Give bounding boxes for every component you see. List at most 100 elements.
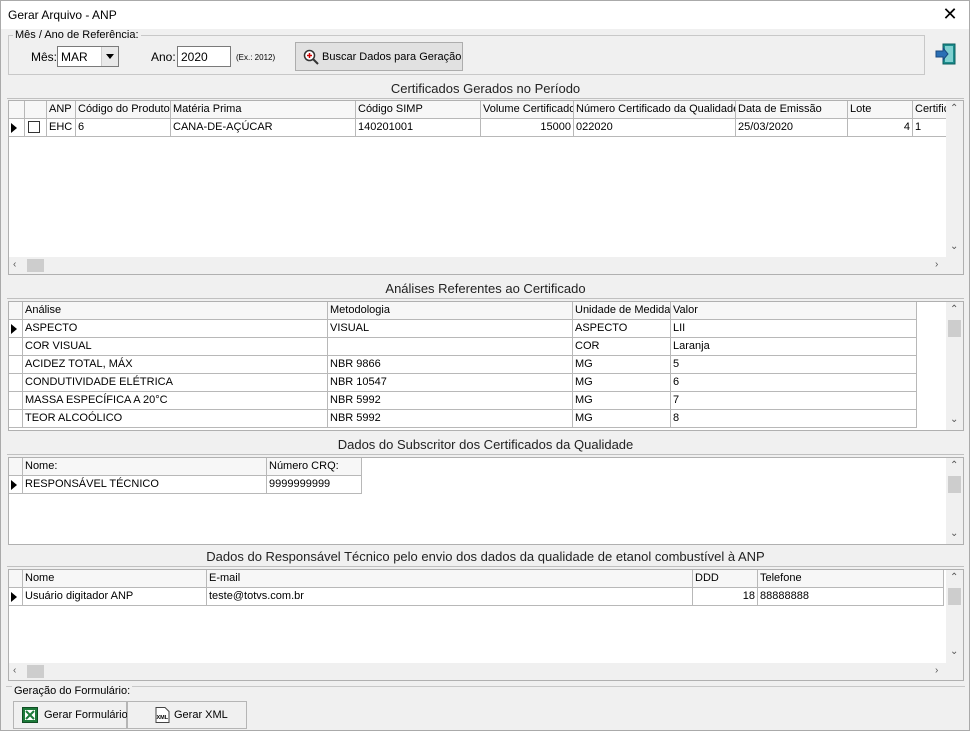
search-data-button[interactable]: Buscar Dados para Geração: [295, 42, 463, 71]
scroll-left-icon[interactable]: ‹: [13, 259, 16, 270]
analises-grid[interactable]: Análise Metodologia Unidade de Medida Va…: [8, 301, 964, 431]
scroll-right-icon[interactable]: ›: [935, 665, 938, 676]
analises-vscroll[interactable]: ⌃ ⌄: [946, 302, 963, 430]
certificados-vscroll[interactable]: ⌃ ⌄: [946, 101, 963, 257]
cell-analise[interactable]: TEOR ALCOÓLICO: [23, 410, 328, 428]
cell-codigo-simp[interactable]: 140201001: [356, 119, 481, 137]
col-numero-certificado[interactable]: Número Certificado da Qualidade: [574, 101, 736, 119]
col-numero-crq[interactable]: Número CRQ:: [267, 458, 362, 476]
cell-valor[interactable]: 5: [671, 356, 917, 374]
cell-analise[interactable]: CONDUTIVIDADE ELÉTRICA: [23, 374, 328, 392]
cell-numero-crq[interactable]: 9999999999: [267, 476, 362, 494]
cell-nome[interactable]: RESPONSÁVEL TÉCNICO: [23, 476, 267, 494]
responsavel-hscroll[interactable]: ‹ ›: [9, 663, 963, 680]
cell-volume-certificado[interactable]: 15000: [481, 119, 574, 137]
cell-unidade-medida[interactable]: ASPECTO: [573, 320, 671, 338]
cell-lote[interactable]: 4: [848, 119, 913, 137]
col-codigo-simp[interactable]: Código SIMP: [356, 101, 481, 119]
cell-nome[interactable]: Usuário digitador ANP: [23, 588, 207, 606]
cell-analise[interactable]: ACIDEZ TOTAL, MÁX: [23, 356, 328, 374]
table-row[interactable]: MASSA ESPECÍFICA A 20°C NBR 5992 MG 7: [9, 392, 917, 410]
cell-codigo-produto[interactable]: 6: [76, 119, 171, 137]
scroll-up-icon[interactable]: ⌃: [950, 460, 958, 471]
year-input[interactable]: 2020: [177, 46, 231, 67]
subscritor-grid[interactable]: Nome: Número CRQ: RESPONSÁVEL TÉCNICO 99…: [8, 457, 964, 545]
table-row[interactable]: RESPONSÁVEL TÉCNICO 9999999999: [9, 476, 362, 494]
cell-valor[interactable]: LII: [671, 320, 917, 338]
scroll-down-icon[interactable]: ⌄: [950, 528, 958, 539]
col-lote[interactable]: Lote: [848, 101, 913, 119]
col-volume-certificado[interactable]: Volume Certificado: [481, 101, 574, 119]
cell-unidade-medida[interactable]: COR: [573, 338, 671, 356]
col-telefone[interactable]: Telefone: [758, 570, 944, 588]
cell-valor[interactable]: 7: [671, 392, 917, 410]
vscroll-thumb[interactable]: [948, 588, 961, 605]
cell-metodologia[interactable]: NBR 5992: [328, 392, 573, 410]
hscroll-thumb[interactable]: [27, 665, 44, 678]
table-row[interactable]: EHC 6 CANA-DE-AÇÚCAR 140201001 15000 022…: [9, 119, 947, 137]
close-icon[interactable]: ✕: [939, 4, 961, 26]
chevron-down-icon[interactable]: [101, 47, 118, 66]
col-codigo-produto[interactable]: Código do Produto: [76, 101, 171, 119]
col-certific[interactable]: Certific: [913, 101, 947, 119]
col-nome[interactable]: Nome: [23, 570, 207, 588]
vscroll-thumb[interactable]: [948, 476, 961, 493]
cell-data-emissao[interactable]: 25/03/2020: [736, 119, 848, 137]
cell-metodologia[interactable]: NBR 10547: [328, 374, 573, 392]
col-metodologia[interactable]: Metodologia: [328, 302, 573, 320]
hscroll-thumb[interactable]: [27, 259, 44, 272]
col-unidade-medida[interactable]: Unidade de Medida: [573, 302, 671, 320]
table-row[interactable]: Usuário digitador ANP teste@totvs.com.br…: [9, 588, 944, 606]
cell-unidade-medida[interactable]: MG: [573, 374, 671, 392]
gerar-formulario-button[interactable]: Gerar Formulário: [13, 701, 128, 729]
cell-analise[interactable]: ASPECTO: [23, 320, 328, 338]
col-valor[interactable]: Valor: [671, 302, 917, 320]
cell-unidade-medida[interactable]: MG: [573, 356, 671, 374]
cell-ddd[interactable]: 18: [693, 588, 758, 606]
table-row[interactable]: CONDUTIVIDADE ELÉTRICA NBR 10547 MG 6: [9, 374, 917, 392]
cell-analise[interactable]: COR VISUAL: [23, 338, 328, 356]
scroll-down-icon[interactable]: ⌄: [950, 241, 958, 252]
col-materia-prima[interactable]: Matéria Prima: [171, 101, 356, 119]
cell-valor[interactable]: Laranja: [671, 338, 917, 356]
table-row[interactable]: ASPECTO VISUAL ASPECTO LII: [9, 320, 917, 338]
vscroll-thumb[interactable]: [948, 320, 961, 337]
cell-email[interactable]: teste@totvs.com.br: [207, 588, 693, 606]
table-row[interactable]: TEOR ALCOÓLICO NBR 5992 MG 8: [9, 410, 917, 428]
cell-analise[interactable]: MASSA ESPECÍFICA A 20°C: [23, 392, 328, 410]
responsavel-grid[interactable]: Nome E-mail DDD Telefone Usuário digitad…: [8, 569, 964, 681]
cell-certific[interactable]: 1: [913, 119, 947, 137]
month-select[interactable]: MAR: [57, 46, 119, 67]
subscritor-vscroll[interactable]: ⌃ ⌄: [946, 458, 963, 544]
table-row[interactable]: COR VISUAL COR Laranja: [9, 338, 917, 356]
scroll-up-icon[interactable]: ⌃: [950, 103, 958, 114]
col-ddd[interactable]: DDD: [693, 570, 758, 588]
cell-materia-prima[interactable]: CANA-DE-AÇÚCAR: [171, 119, 356, 137]
cell-metodologia[interactable]: NBR 5992: [328, 410, 573, 428]
cell-metodologia[interactable]: VISUAL: [328, 320, 573, 338]
cell-metodologia[interactable]: NBR 9866: [328, 356, 573, 374]
exit-icon[interactable]: [934, 42, 958, 66]
responsavel-vscroll[interactable]: ⌃ ⌄: [946, 570, 963, 663]
cell-valor[interactable]: 6: [671, 374, 917, 392]
scroll-down-icon[interactable]: ⌄: [950, 414, 958, 425]
cell-unidade-medida[interactable]: MG: [573, 392, 671, 410]
col-analise[interactable]: Análise: [23, 302, 328, 320]
col-anp[interactable]: ANP: [47, 101, 76, 119]
certificados-hscroll[interactable]: ‹ ›: [9, 257, 963, 274]
scroll-down-icon[interactable]: ⌄: [950, 646, 958, 657]
gerar-xml-button[interactable]: XML Gerar XML: [127, 701, 247, 729]
scroll-left-icon[interactable]: ‹: [13, 665, 16, 676]
cell-telefone[interactable]: 88888888: [758, 588, 944, 606]
cell-unidade-medida[interactable]: MG: [573, 410, 671, 428]
scroll-up-icon[interactable]: ⌃: [950, 304, 958, 315]
scroll-up-icon[interactable]: ⌃: [950, 572, 958, 583]
col-email[interactable]: E-mail: [207, 570, 693, 588]
col-nome[interactable]: Nome:: [23, 458, 267, 476]
cell-valor[interactable]: 8: [671, 410, 917, 428]
cell-anp[interactable]: EHC: [47, 119, 76, 137]
select-checkbox[interactable]: [28, 121, 40, 133]
col-data-emissao[interactable]: Data de Emissão: [736, 101, 848, 119]
scroll-right-icon[interactable]: ›: [935, 259, 938, 270]
cell-metodologia[interactable]: [328, 338, 573, 356]
